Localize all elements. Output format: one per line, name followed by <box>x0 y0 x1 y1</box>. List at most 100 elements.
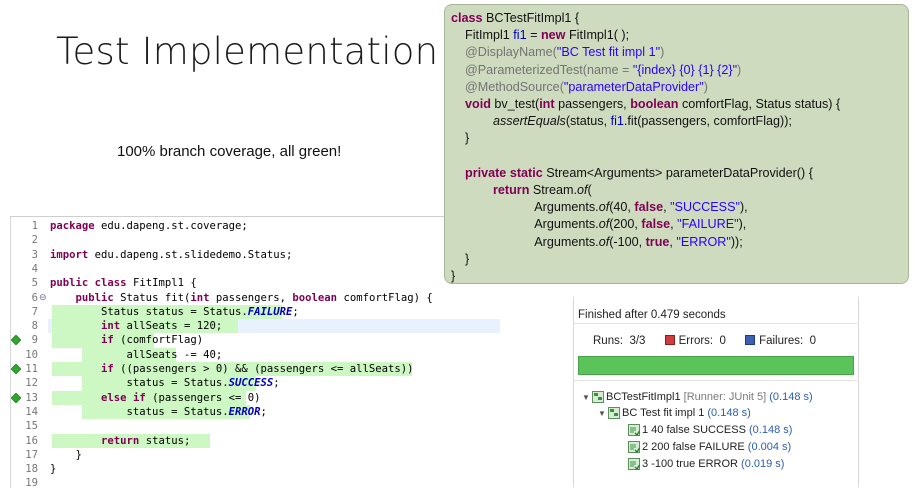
code-token: Stream. <box>529 183 577 197</box>
code-token: (passengers <= 0) <box>145 391 261 404</box>
code-token: of <box>598 217 610 232</box>
line-number: 7 <box>31 305 38 318</box>
line-number: 2 <box>31 234 38 247</box>
code-token: @ParameterizedTest( <box>451 62 587 77</box>
popup-code-line: } <box>451 268 455 285</box>
code-token: int <box>101 320 121 333</box>
code-line: if (comfortFlag) <box>50 333 203 347</box>
code-token: assertEquals <box>493 114 566 129</box>
runs-value: 3/3 <box>629 335 646 348</box>
popup-code-line: Arguments.of(-100, true, "ERROR")); <box>451 234 742 251</box>
code-token: (40, <box>609 200 635 215</box>
popup-code-line: @MethodSource("parameterDataProvider") <box>451 79 708 96</box>
code-token: status = Status. <box>50 405 229 418</box>
code-token: ERROR <box>228 405 261 418</box>
code-token: FAILURE <box>247 305 293 318</box>
test-case-time: (0.148 s) <box>749 424 793 436</box>
line-number: 14 <box>25 405 38 418</box>
code-token: boolean <box>292 291 338 304</box>
code-token: status; <box>139 434 191 447</box>
line-number: 6 <box>31 291 38 304</box>
fold-collapse-icon[interactable]: ⊖ <box>39 291 47 305</box>
tree-child[interactable]: ▼ BC Test fit impl 1 (0.148 s) <box>598 406 751 420</box>
code-token: ) <box>737 62 742 77</box>
code-token: if <box>132 391 146 404</box>
expand-triangle-icon[interactable]: ▼ <box>582 391 592 405</box>
code-token: ; <box>260 405 267 418</box>
code-token: } <box>451 131 470 146</box>
code-token: public <box>75 291 114 304</box>
line-number: 10 <box>25 348 38 361</box>
line-number: 4 <box>31 262 38 275</box>
popup-code-line: @ParameterizedTest(name = "{index} {0} {… <box>451 62 741 79</box>
branch-coverage-icon[interactable] <box>11 392 21 403</box>
errors-label: Errors: <box>678 335 714 348</box>
code-token: comfortFlag, Status status) { <box>678 97 841 111</box>
tree-root[interactable]: ▼ BCTestFitImpl1 [Runner: JUnit 5] (0.148… <box>582 390 813 404</box>
code-token: "ERROR" <box>676 234 731 249</box>
slide-subtitle: 100% branch coverage, all green! <box>117 143 342 160</box>
code-line: int allSeats = 120; <box>50 319 222 333</box>
test-case-name: 1 40 false SUCCESS <box>642 424 746 436</box>
expand-triangle-icon[interactable]: ▼ <box>598 407 608 421</box>
code-token: Status status = Status. <box>50 305 248 318</box>
junit-divider <box>574 323 857 324</box>
code-token: false <box>634 200 664 215</box>
code-token: static <box>509 165 543 180</box>
test-case-row[interactable]: 2 200 false FAILURE (0.004 s) <box>628 440 791 454</box>
code-token: name = <box>586 62 633 77</box>
code-token: "parameterDataProvider" <box>563 79 704 94</box>
code-token: comfortFlag) { <box>337 291 433 304</box>
popup-code-line: Arguments.of(200, false, "FAILURE"), <box>451 216 746 233</box>
editor-gutter: 1 2 3 4 5 6 ⊖ 7 8 9 10 11 12 13 14 15 16 17 18 19 <box>10 219 48 489</box>
code-token: of <box>598 234 610 249</box>
code-token: (200, <box>609 217 642 232</box>
code-token: int <box>190 291 210 304</box>
code-token: Stream<Arguments> parameterDataProvider(… <box>542 165 813 180</box>
code-token: import <box>50 248 89 261</box>
code-token: = <box>526 28 541 43</box>
branch-coverage-icon[interactable] <box>11 335 21 346</box>
code-token: void <box>465 97 491 111</box>
popup-code-line: void bv_test(int passengers, boolean com… <box>451 96 840 113</box>
test-case-time: (0.004 s) <box>747 441 792 453</box>
popup-code-line: assertEquals(status, fi1.fit(passengers,… <box>451 113 792 130</box>
test-pass-icon <box>628 441 641 454</box>
failure-icon <box>745 335 756 345</box>
junit-finished-text: Finished after 0.479 seconds <box>578 309 726 321</box>
test-case-name: 3 -100 true ERROR <box>642 458 738 470</box>
code-token: int <box>539 97 555 111</box>
code-token: fi1 <box>610 114 624 129</box>
test-case-row[interactable]: 3 -100 true ERROR (0.019 s) <box>628 457 784 471</box>
editor-code-area[interactable]: package edu.dapeng.st.coverage; import ed… <box>48 219 500 487</box>
slide-title: Test Implementation <box>56 30 439 73</box>
junit-progress-bar <box>578 356 854 375</box>
tree-root-name: BCTestFitImpl1 <box>606 391 681 403</box>
code-token: public <box>50 277 89 290</box>
branch-coverage-icon[interactable] <box>11 364 21 374</box>
code-token: if <box>101 363 114 375</box>
test-case-row[interactable]: 1 40 false SUCCESS (0.148 s) <box>628 423 792 437</box>
code-line: } <box>50 448 82 462</box>
code-token: BCTestFitImpl1 { <box>482 11 580 25</box>
code-token: new <box>540 28 566 43</box>
code-token: SUCCESS <box>228 377 274 390</box>
failures-value: 0 <box>809 335 816 348</box>
code-line: public Status fit(int passengers, boolea… <box>50 291 433 305</box>
line-number: 3 <box>31 248 38 261</box>
errors-value: 0 <box>719 335 726 348</box>
code-line: import edu.dapeng.st.slidedemo.Status; <box>50 248 292 262</box>
code-token: false <box>641 217 671 232</box>
line-number: 17 <box>25 448 38 461</box>
code-token: FitImpl1 <box>451 28 514 43</box>
code-token: of <box>598 200 610 215</box>
code-token: Arguments. <box>451 217 599 232</box>
popup-code-line: return Stream.of( <box>451 182 592 199</box>
